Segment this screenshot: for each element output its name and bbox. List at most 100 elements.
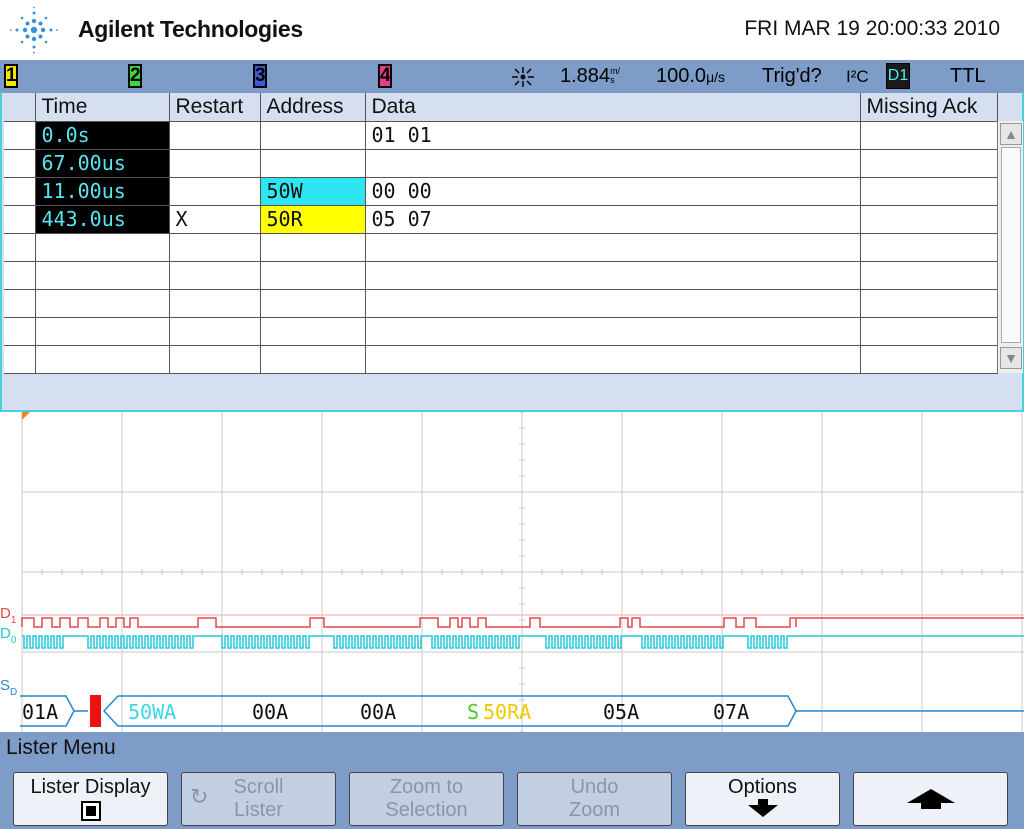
scroll-lister-button[interactable]: ↻ Scroll Lister	[181, 772, 336, 826]
data-cell	[365, 317, 861, 346]
lister-display-checkbox[interactable]	[80, 801, 101, 821]
d0-trace	[22, 635, 1024, 649]
channel-4-indicator[interactable]: 4	[378, 64, 392, 88]
status-bar: 1 2 3 4 1.884m/s 100.0μ/s Trig'd? I²C D1…	[0, 60, 1024, 93]
lister-row[interactable]: 0.0s 01 01	[4, 121, 998, 150]
lister-header-row: Time Restart Address Data Missing Ack	[4, 93, 998, 122]
lister-display-button[interactable]: Lister Display	[13, 772, 168, 826]
lister-row[interactable]: 67.00us	[4, 149, 998, 178]
lister-row[interactable]	[4, 261, 998, 290]
lister-table: Time Restart Address Data Missing Ack 0.…	[4, 93, 998, 374]
lister-row[interactable]: 11.00us 50W 00 00	[4, 177, 998, 206]
brand-name: Agilent Technologies	[78, 16, 303, 42]
address-cell	[260, 261, 366, 290]
serial-decode-bus: 01A 50WA 00A 00A S 50RA 05A 07A	[20, 695, 1024, 727]
zoom-to-selection-label-1: Zoom to	[389, 776, 464, 798]
protocol-label: I²C	[846, 67, 869, 86]
address-cell: 50W	[260, 177, 366, 206]
address-cell: 50R	[260, 205, 366, 234]
lister-row[interactable]	[4, 317, 998, 346]
menu-title: Lister Menu	[6, 736, 116, 759]
restart-cell	[169, 121, 261, 150]
restart-cell	[169, 345, 261, 374]
decode-error-marker	[90, 695, 101, 727]
scroll-knob-icon: ↻	[190, 784, 209, 809]
bus-segment-main	[102, 695, 797, 727]
time-cell: 0.0s	[35, 121, 170, 150]
decode-label: 50WA	[128, 700, 176, 724]
missing-ack-cell	[860, 345, 998, 374]
trigger-level: 1.884m/s	[560, 65, 622, 88]
restart-cell	[169, 289, 261, 318]
d1-trace	[21, 617, 1024, 628]
softkey-menu: Lister Menu Lister Display ↻ Scroll List…	[0, 732, 1024, 829]
row-marker-cell	[4, 233, 36, 262]
zoom-to-selection-label-2: Selection	[385, 799, 468, 821]
missing-ack-cell	[860, 261, 998, 290]
lister-row[interactable]: 443.0us X 50R 05 07	[4, 205, 998, 234]
address-cell	[260, 121, 366, 150]
row-marker-cell	[4, 205, 36, 234]
undo-zoom-label-1: Undo	[570, 776, 619, 798]
column-header-restart[interactable]: Restart	[169, 93, 261, 122]
d0-trace-label: D0	[0, 625, 17, 646]
zoom-to-selection-button[interactable]: Zoom to Selection	[349, 772, 504, 826]
channel-2-indicator[interactable]: 2	[128, 64, 142, 88]
data-cell: 00 00	[365, 177, 861, 206]
scrollbar-thumb[interactable]	[1001, 147, 1021, 343]
missing-ack-cell	[860, 149, 998, 178]
trigger-status: Trig'd?	[762, 65, 822, 87]
row-marker-cell	[4, 289, 36, 318]
date-time: FRI MAR 19 20:00:33 2010	[744, 17, 1000, 40]
channel-1-indicator[interactable]: 1	[4, 64, 18, 88]
undo-zoom-button[interactable]: Undo Zoom	[517, 772, 672, 826]
column-header-time[interactable]: Time	[35, 93, 170, 122]
options-button[interactable]: Options	[685, 772, 840, 826]
lister-panel: Time Restart Address Data Missing Ack 0.…	[0, 93, 1024, 412]
lister-scrollbar[interactable]: ▲ ▼	[997, 121, 1023, 373]
time-cell: 11.00us	[35, 177, 170, 206]
header-bar: Agilent Technologies FRI MAR 19 20:00:33…	[0, 0, 1024, 60]
waveform-grid	[21, 412, 1024, 732]
row-marker-cell	[4, 121, 36, 150]
lister-row[interactable]	[4, 233, 998, 262]
column-header-data[interactable]: Data	[365, 93, 861, 122]
column-header-address[interactable]: Address	[260, 93, 366, 122]
address-cell	[260, 233, 366, 262]
time-cell	[35, 233, 170, 262]
decode-label: 00A	[360, 700, 396, 724]
decode-label: S	[467, 700, 479, 724]
address-cell	[260, 345, 366, 374]
time-cell: 443.0us	[35, 205, 170, 234]
data-cell	[365, 289, 861, 318]
down-arrow-icon	[747, 799, 778, 817]
trigger-source-badge: D1	[886, 63, 910, 89]
trigger-position-marker-icon	[22, 412, 30, 420]
restart-cell	[169, 177, 261, 206]
up-arrow-icon	[906, 789, 955, 809]
lister-row[interactable]	[4, 289, 998, 318]
waveform-display[interactable]: D1 D0 SD 01A 50WA 00A 00A S 50RA 05A 07A	[0, 412, 1024, 732]
missing-ack-cell	[860, 177, 998, 206]
scroll-up-icon[interactable]: ▲	[1000, 123, 1022, 145]
channel-3-indicator[interactable]: 3	[253, 64, 267, 88]
menu-up-button[interactable]	[853, 772, 1008, 826]
scroll-down-icon[interactable]: ▼	[1000, 347, 1022, 369]
column-header-missing-ack[interactable]: Missing Ack	[860, 93, 998, 122]
agilent-spark-logo-icon	[10, 6, 58, 54]
trigger-level-value: 1.884	[560, 65, 611, 87]
timebase: 100.0μ/s	[656, 65, 725, 88]
timebase-value: 100.0	[656, 65, 707, 87]
time-cell	[35, 317, 170, 346]
lister-row[interactable]	[4, 345, 998, 374]
data-cell: 01 01	[365, 121, 861, 150]
missing-ack-cell	[860, 205, 998, 234]
time-cell	[35, 261, 170, 290]
restart-cell	[169, 317, 261, 346]
decode-label: 05A	[603, 700, 639, 724]
trigger-level-unit: m/s	[610, 66, 621, 85]
restart-cell	[169, 233, 261, 262]
decode-label: 01A	[22, 700, 58, 724]
row-marker-cell	[4, 261, 36, 290]
decode-label: 50RA	[483, 700, 531, 724]
